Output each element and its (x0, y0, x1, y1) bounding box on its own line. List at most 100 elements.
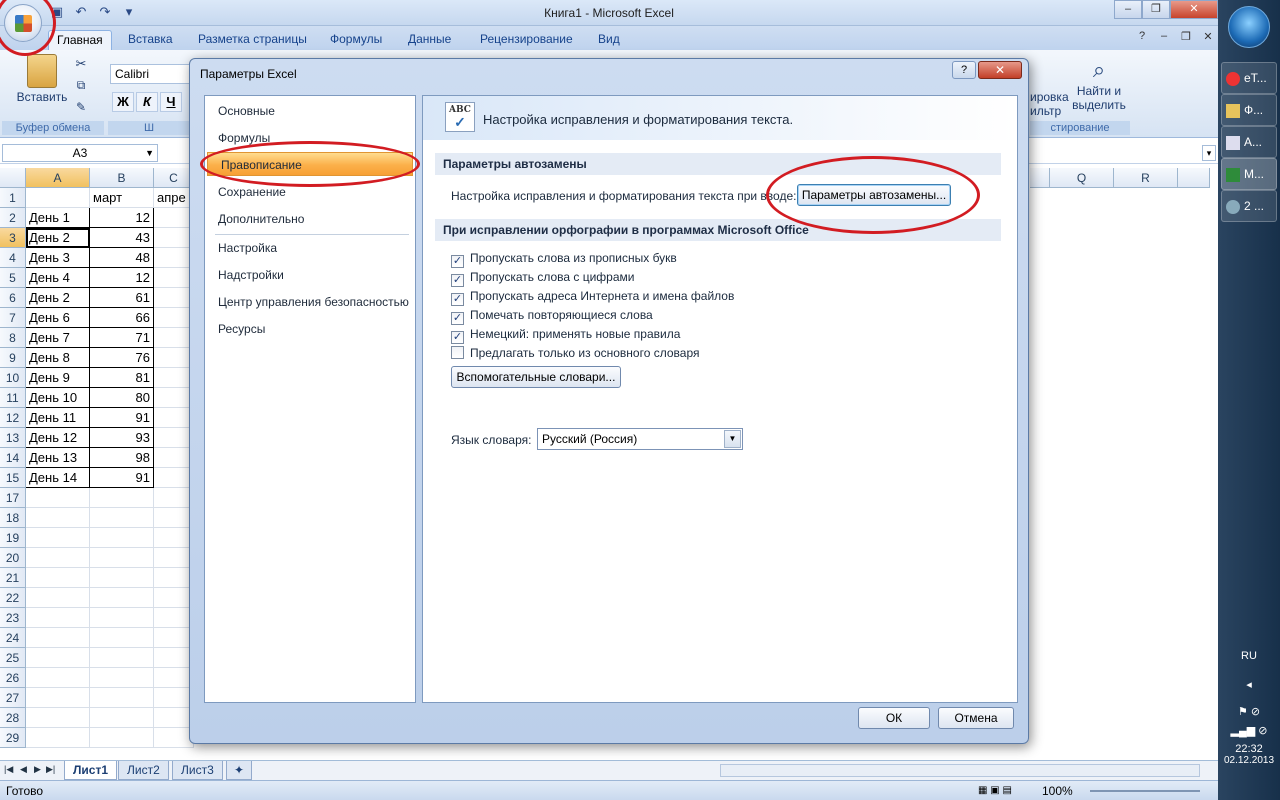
cell-A14[interactable]: День 13 (26, 448, 90, 468)
option-ignore-internet-addresses[interactable]: ✓ Пропускать адреса Интернета и имена фай… (451, 287, 734, 306)
cell-C3[interactable] (154, 228, 194, 248)
cell-A3[interactable]: День 2 (26, 228, 90, 248)
checkbox[interactable]: ✓ (451, 255, 464, 268)
taskbar-item-2[interactable]: Ф... (1221, 94, 1277, 126)
row-header[interactable]: 11 (0, 388, 26, 408)
row-header[interactable]: 6 (0, 288, 26, 308)
underline-button[interactable]: Ч (160, 92, 182, 112)
doc-minimize-icon[interactable]: – (1154, 30, 1174, 46)
column-header-hidden[interactable] (1030, 168, 1050, 188)
cell-A27[interactable] (26, 688, 90, 708)
prev-sheet-icon[interactable]: ◀ (20, 764, 27, 775)
cell-C13[interactable] (154, 428, 194, 448)
cell-B25[interactable] (90, 648, 154, 668)
cell-B23[interactable] (90, 608, 154, 628)
italic-button[interactable]: К (136, 92, 158, 112)
start-button[interactable] (1228, 6, 1270, 48)
cell-C20[interactable] (154, 548, 194, 568)
cell-C4[interactable] (154, 248, 194, 268)
row-header[interactable]: 2 (0, 208, 26, 228)
horizontal-scrollbar[interactable] (720, 764, 1200, 777)
row-header[interactable]: 7 (0, 308, 26, 328)
column-header[interactable]: A (26, 168, 90, 188)
cell-A10[interactable]: День 9 (26, 368, 90, 388)
cell-C29[interactable] (154, 728, 194, 748)
cell-C27[interactable] (154, 688, 194, 708)
cell-A25[interactable] (26, 648, 90, 668)
row-header[interactable]: 22 (0, 588, 26, 608)
nav-item-general[interactable]: Основные (205, 99, 415, 123)
nav-item-trust-center[interactable]: Центр управления безопасностью (205, 290, 415, 314)
row-header[interactable]: 23 (0, 608, 26, 628)
cell-C12[interactable] (154, 408, 194, 428)
row-header[interactable]: 24 (0, 628, 26, 648)
cell-C8[interactable] (154, 328, 194, 348)
cell-B21[interactable] (90, 568, 154, 588)
zoom-slider[interactable] (1090, 790, 1200, 792)
cell-A5[interactable]: День 4 (26, 268, 90, 288)
tab-home[interactable]: Главная (48, 30, 112, 50)
cell-B17[interactable] (90, 488, 154, 508)
row-header[interactable]: 29 (0, 728, 26, 748)
row-header[interactable]: 9 (0, 348, 26, 368)
checkbox[interactable]: ✓ (451, 312, 464, 325)
paste-button[interactable]: Вставить (14, 54, 70, 104)
first-sheet-icon[interactable]: |◀ (4, 764, 13, 775)
tray-expand-icon[interactable]: ◂ (1218, 678, 1280, 691)
cell-A9[interactable]: День 8 (26, 348, 90, 368)
cell-C5[interactable] (154, 268, 194, 288)
formula-expand-icon[interactable]: ▾ (1202, 145, 1216, 161)
option-german-new-rules[interactable]: ✓ Немецкий: применять новые правила (451, 325, 680, 344)
cell-B28[interactable] (90, 708, 154, 728)
ok-button[interactable]: ОК (858, 707, 930, 729)
bold-button[interactable]: Ж (112, 92, 134, 112)
sheet-tab-2[interactable]: Лист2 (118, 761, 169, 780)
cell-C19[interactable] (154, 528, 194, 548)
cell-B5[interactable]: 12 (90, 268, 154, 288)
zoom-level[interactable]: 100% (1042, 782, 1073, 800)
nav-item-addins[interactable]: Надстройки (205, 263, 415, 287)
cell-B6[interactable]: 61 (90, 288, 154, 308)
row-header[interactable]: 4 (0, 248, 26, 268)
cell-A29[interactable] (26, 728, 90, 748)
cell-C28[interactable] (154, 708, 194, 728)
cell-A1[interactable] (26, 188, 90, 208)
help-icon[interactable]: ? (1132, 30, 1152, 46)
cell-A18[interactable] (26, 508, 90, 528)
taskbar-item-5[interactable]: 2 ... (1221, 190, 1277, 222)
cell-B27[interactable] (90, 688, 154, 708)
clock-date[interactable]: 02.12.2013 (1218, 755, 1280, 766)
cell-A13[interactable]: День 12 (26, 428, 90, 448)
cell-A15[interactable]: День 14 (26, 468, 90, 488)
cell-A20[interactable] (26, 548, 90, 568)
row-header[interactable]: 25 (0, 648, 26, 668)
cell-C9[interactable] (154, 348, 194, 368)
row-header[interactable]: 26 (0, 668, 26, 688)
close-button[interactable]: ✕ (1170, 0, 1218, 19)
cell-A22[interactable] (26, 588, 90, 608)
nav-item-formulas[interactable]: Формулы (205, 126, 415, 150)
custom-dictionaries-button[interactable]: Вспомогательные словари... (451, 366, 621, 388)
view-buttons[interactable]: ▦ ▣ ▤ (978, 782, 1012, 800)
cell-B20[interactable] (90, 548, 154, 568)
cell-A7[interactable]: День 6 (26, 308, 90, 328)
last-sheet-icon[interactable]: ▶| (46, 764, 55, 775)
cell-B13[interactable]: 93 (90, 428, 154, 448)
font-name-box[interactable]: Calibri (110, 64, 200, 84)
row-header[interactable]: 8 (0, 328, 26, 348)
cell-C6[interactable] (154, 288, 194, 308)
nav-item-resources[interactable]: Ресурсы (205, 317, 415, 341)
language-indicator[interactable]: RU (1218, 650, 1280, 662)
cell-C24[interactable] (154, 628, 194, 648)
row-header[interactable]: 21 (0, 568, 26, 588)
cell-B14[interactable]: 98 (90, 448, 154, 468)
cell-B18[interactable] (90, 508, 154, 528)
sheet-tab-1[interactable]: Лист1 (64, 761, 118, 780)
office-button[interactable] (4, 4, 42, 42)
doc-close-icon[interactable]: ✕ (1198, 30, 1218, 46)
cell-A28[interactable] (26, 708, 90, 728)
format-painter-icon[interactable]: ✎ (72, 100, 90, 114)
row-header[interactable]: 20 (0, 548, 26, 568)
option-main-dictionary-only[interactable]: Предлагать только из основного словаря (451, 344, 699, 362)
dialog-close-button[interactable]: ✕ (978, 61, 1022, 79)
